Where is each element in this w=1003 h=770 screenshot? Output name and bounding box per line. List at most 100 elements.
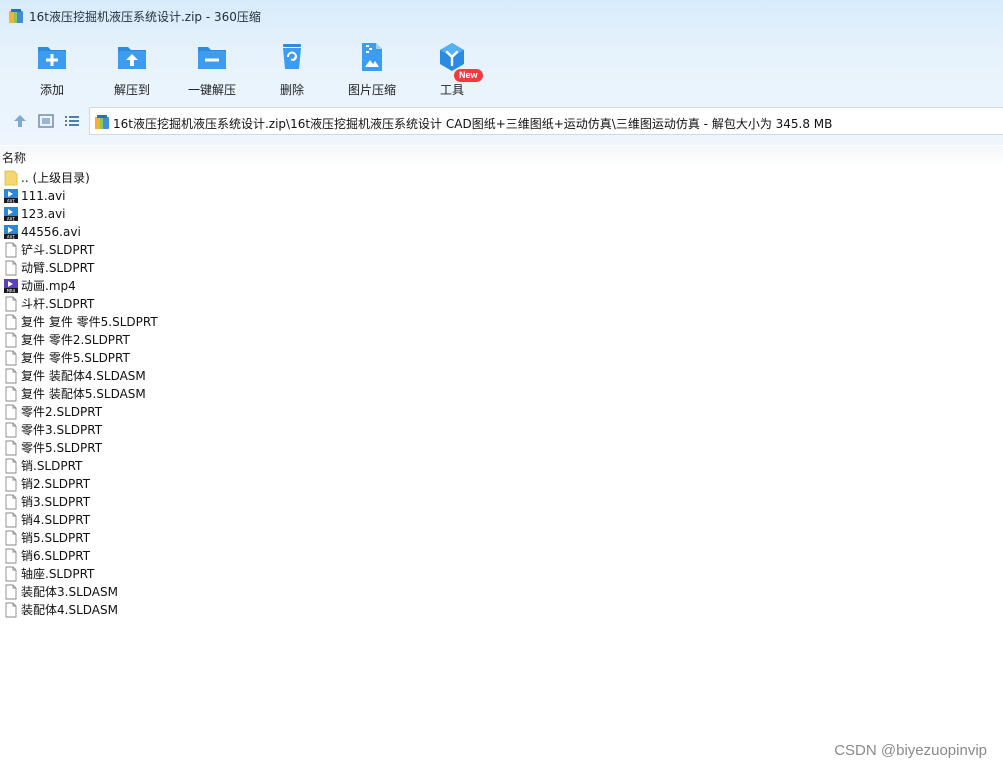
one-click-extract-button[interactable]: 一键解压 — [172, 36, 252, 98]
tools-label: 工具 — [439, 83, 464, 97]
avi-video-icon: AVI — [4, 207, 18, 222]
svg-text:AVI: AVI — [7, 234, 16, 240]
file-row[interactable]: 斗杆.SLDPRT — [0, 295, 1003, 313]
file-row[interactable]: 销3.SLDPRT — [0, 493, 1003, 511]
svg-text:MP4: MP4 — [7, 288, 16, 294]
image-compress-button[interactable]: 图片压缩 — [332, 36, 412, 98]
tools-button[interactable]: 工具 — [412, 36, 492, 98]
new-badge: New — [454, 69, 483, 82]
document-icon — [5, 314, 17, 330]
file-list: .. (上级目录) AVI 111.avi AVI 123.avi AVI 44556.a… — [0, 169, 1003, 619]
file-row[interactable]: 零件5.SLDPRT — [0, 439, 1003, 457]
list-view-icon[interactable] — [63, 112, 81, 130]
file-row[interactable]: 复件 装配体5.SLDASM — [0, 385, 1003, 403]
toolbar: 添加 解压到 一键解压 删除 图片压缩 工具 New — [0, 36, 1003, 98]
title-bar: 16t液压挖掘机液压系统设计.zip - 360压缩 — [0, 0, 1003, 34]
add-label: 添加 — [39, 83, 64, 97]
document-icon — [5, 404, 17, 420]
file-name: 动臂.SLDPRT — [21, 261, 95, 275]
document-icon — [5, 296, 17, 312]
recycle-bin-icon — [283, 44, 301, 69]
document-icon — [5, 512, 17, 528]
file-row[interactable]: 铲斗.SLDPRT — [0, 241, 1003, 259]
file-row[interactable]: AVI 123.avi — [0, 205, 1003, 223]
file-name: 零件3.SLDPRT — [21, 423, 103, 437]
add-folder-icon — [38, 47, 66, 69]
document-icon — [5, 242, 17, 258]
column-header-name[interactable]: 名称 — [2, 149, 26, 166]
file-name: 复件 零件5.SLDPRT — [21, 351, 130, 365]
file-row[interactable]: AVI 111.avi — [0, 187, 1003, 205]
document-icon — [5, 332, 17, 348]
file-row[interactable]: 复件 零件2.SLDPRT — [0, 331, 1003, 349]
svg-text:AVI: AVI — [7, 216, 16, 222]
file-name: 111.avi — [21, 189, 66, 203]
parent-directory-label: .. (上级目录) — [21, 171, 90, 185]
extract-folder-icon — [118, 47, 146, 69]
file-row[interactable]: 销6.SLDPRT — [0, 547, 1003, 565]
file-name: 123.avi — [21, 207, 66, 221]
file-row[interactable]: 复件 装配体4.SLDASM — [0, 367, 1003, 385]
file-name: 复件 装配体5.SLDASM — [21, 387, 146, 401]
file-row[interactable]: 装配体4.SLDASM — [0, 601, 1003, 619]
file-name: 销6.SLDPRT — [21, 549, 91, 563]
thumbnail-view-icon[interactable] — [37, 112, 55, 130]
address-bar[interactable]: 16t液压挖掘机液压系统设计.zip\16t液压挖掘机液压系统设计 CAD图纸+… — [89, 107, 1003, 135]
extract-to-label: 解压到 — [113, 83, 150, 97]
avi-video-icon: AVI — [4, 189, 18, 204]
archive-path-icon — [95, 115, 109, 129]
file-row[interactable]: 装配体3.SLDASM — [0, 583, 1003, 601]
image-compress-icon — [362, 43, 382, 71]
archive-app-icon — [9, 9, 23, 23]
document-icon — [5, 494, 17, 510]
file-row[interactable]: AVI 44556.avi — [0, 223, 1003, 241]
file-name: 零件2.SLDPRT — [21, 405, 103, 419]
file-row[interactable]: 销5.SLDPRT — [0, 529, 1003, 547]
file-name: 装配体3.SLDASM — [21, 585, 118, 599]
document-icon — [5, 566, 17, 582]
file-row[interactable]: 零件3.SLDPRT — [0, 421, 1003, 439]
folder-icon — [4, 170, 18, 186]
file-name: 复件 装配体4.SLDASM — [21, 369, 146, 383]
file-row[interactable]: 复件 复件 零件5.SLDPRT — [0, 313, 1003, 331]
document-icon — [5, 548, 17, 564]
file-row[interactable]: 动臂.SLDPRT — [0, 259, 1003, 277]
document-icon — [5, 386, 17, 402]
file-name: 销.SLDPRT — [21, 459, 83, 473]
file-name: 复件 复件 零件5.SLDPRT — [21, 315, 158, 329]
file-row[interactable]: 轴座.SLDPRT — [0, 565, 1003, 583]
document-icon — [5, 440, 17, 456]
document-icon — [5, 422, 17, 438]
document-icon — [5, 350, 17, 366]
file-name: 斗杆.SLDPRT — [21, 297, 95, 311]
file-name: 动画.mp4 — [21, 279, 76, 293]
delete-button[interactable]: 删除 — [252, 36, 332, 98]
file-name: 铲斗.SLDPRT — [21, 243, 95, 257]
up-arrow-icon[interactable] — [11, 112, 29, 130]
file-name: 轴座.SLDPRT — [21, 567, 95, 581]
one-click-extract-label: 一键解压 — [187, 83, 236, 97]
list-header: 名称 — [0, 146, 1003, 168]
navigation-row: 16t液压挖掘机液压系统设计.zip\16t液压挖掘机液压系统设计 CAD图纸+… — [0, 105, 1003, 137]
file-row[interactable]: MP4 动画.mp4 — [0, 277, 1003, 295]
app-window: 16t液压挖掘机液压系统设计.zip - 360压缩 添加 解压到 一键解压 删… — [0, 0, 1003, 770]
parent-directory-row[interactable]: .. (上级目录) — [0, 169, 1003, 187]
image-compress-label: 图片压缩 — [347, 83, 396, 97]
document-icon — [5, 530, 17, 546]
file-row[interactable]: 销2.SLDPRT — [0, 475, 1003, 493]
document-icon — [5, 602, 17, 618]
file-name: 复件 零件2.SLDPRT — [21, 333, 130, 347]
document-icon — [5, 260, 17, 276]
file-name: 销5.SLDPRT — [21, 531, 91, 545]
add-button[interactable]: 添加 — [12, 36, 92, 98]
top-area: 16t液压挖掘机液压系统设计.zip - 360压缩 添加 解压到 一键解压 删… — [0, 0, 1003, 145]
file-row[interactable]: 销.SLDPRT — [0, 457, 1003, 475]
file-row[interactable]: 销4.SLDPRT — [0, 511, 1003, 529]
file-row[interactable]: 零件2.SLDPRT — [0, 403, 1003, 421]
extract-to-button[interactable]: 解压到 — [92, 36, 172, 98]
document-icon — [5, 368, 17, 384]
file-row[interactable]: 复件 零件5.SLDPRT — [0, 349, 1003, 367]
document-icon — [5, 476, 17, 492]
avi-video-icon: AVI — [4, 225, 18, 240]
file-name: 销3.SLDPRT — [21, 495, 91, 509]
